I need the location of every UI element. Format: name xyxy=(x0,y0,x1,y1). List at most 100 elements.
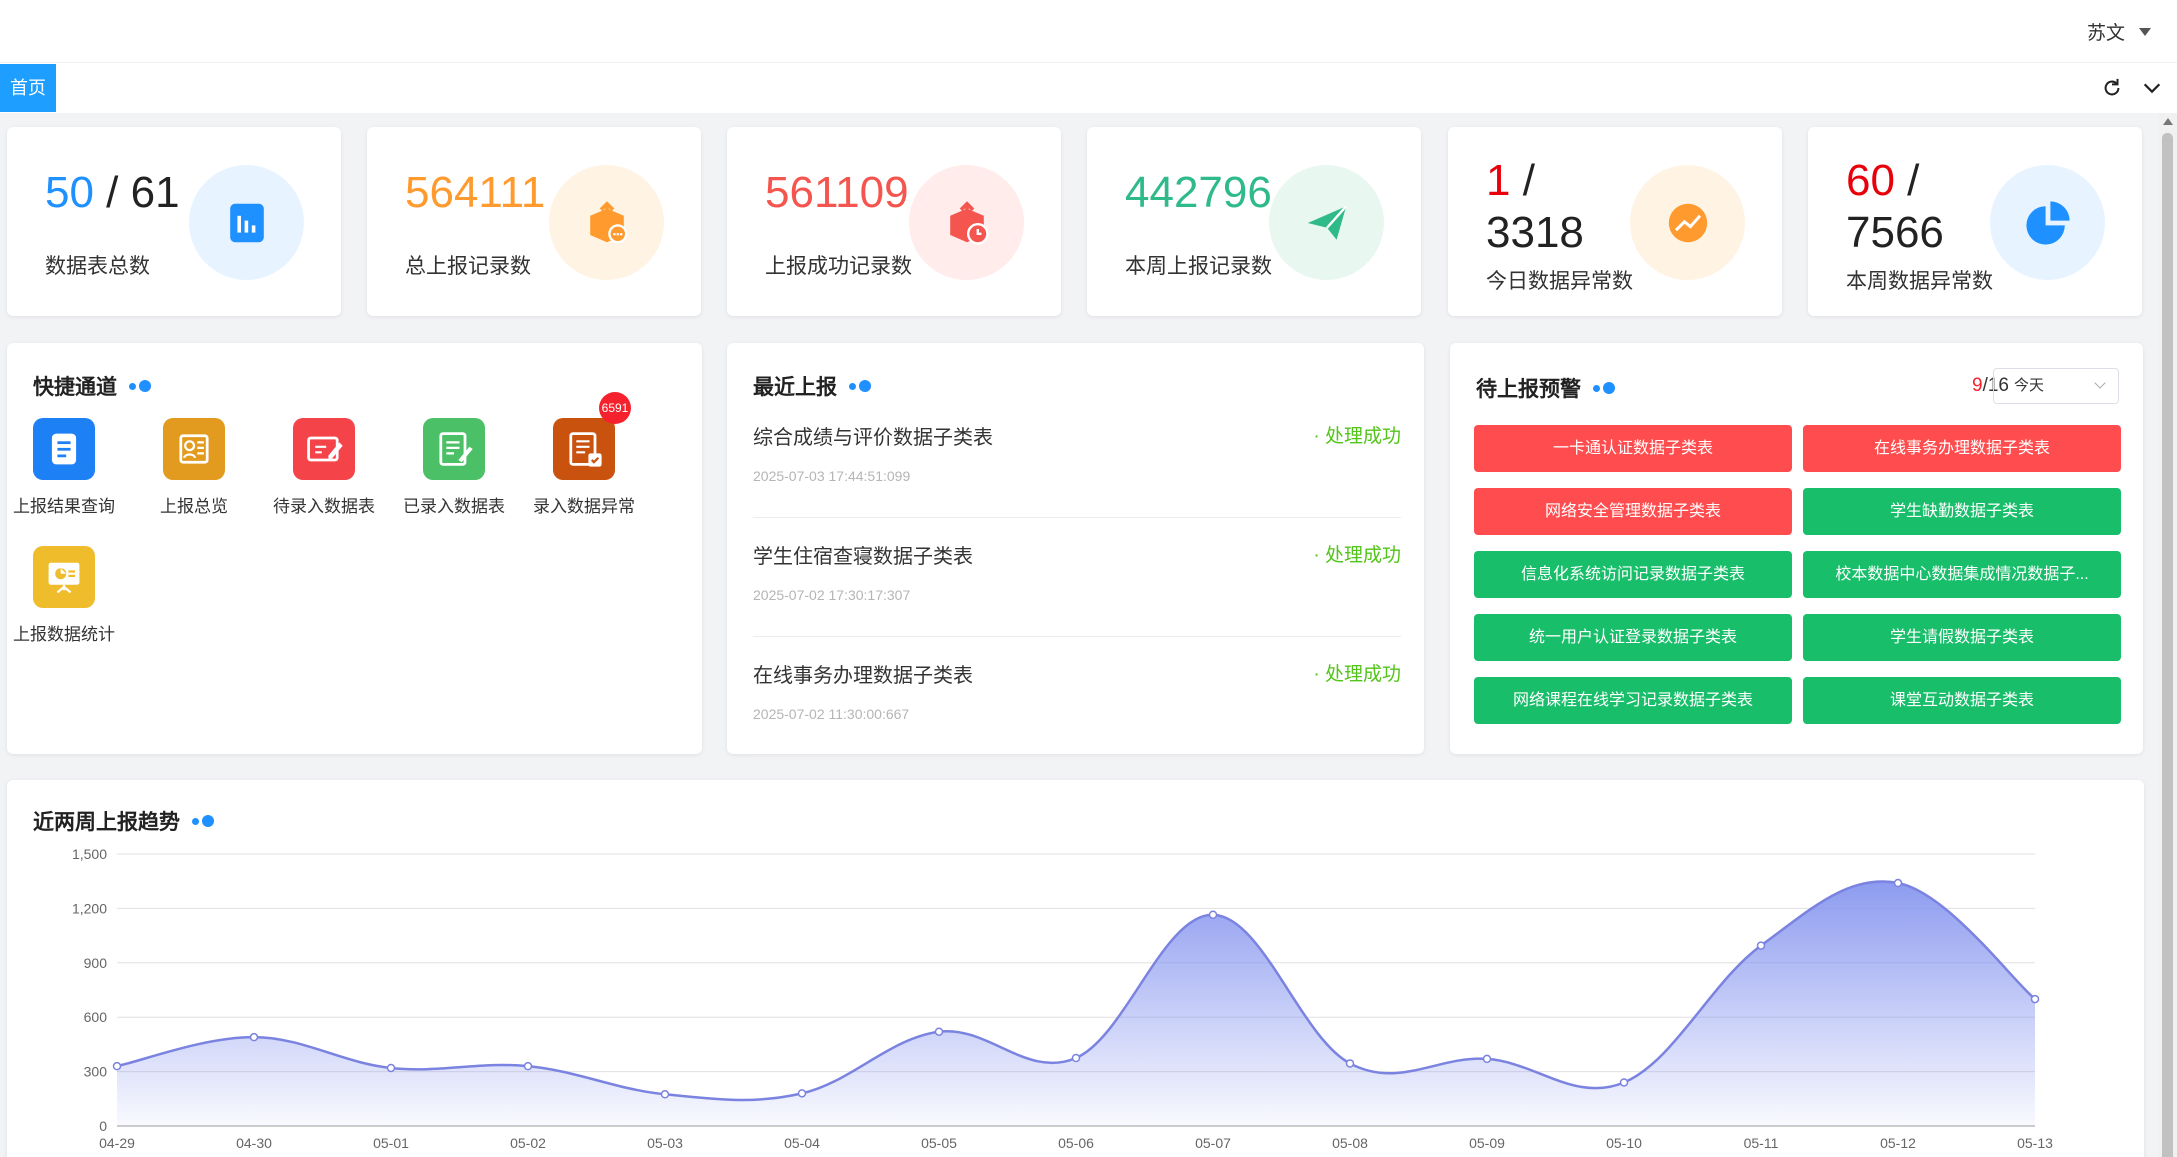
stat-value: 442796 xyxy=(1125,167,1272,219)
quick-access-item[interactable]: 上报结果查询 xyxy=(0,418,129,517)
y-tick-label: 0 xyxy=(99,1118,107,1134)
stat-label: 总上报记录数 xyxy=(405,255,531,278)
recent-report-item[interactable]: 学生住宿查寝数据子类表 · 处理成功 2025-07-02 17:30:17:307 xyxy=(753,540,1401,603)
user-menu[interactable]: 苏文 xyxy=(2087,18,2151,45)
y-tick-label: 300 xyxy=(84,1064,108,1080)
recent-report-item[interactable]: 综合成绩与评价数据子类表 · 处理成功 2025-07-03 17:44:51:09… xyxy=(753,421,1401,484)
pending-warning-item[interactable]: 校本数据中心数据集成情况数据子... xyxy=(1803,551,2121,598)
quick-access-item[interactable]: 待录入数据表 xyxy=(259,418,389,517)
caret-down-icon xyxy=(2139,27,2151,36)
x-tick-label: 05-03 xyxy=(647,1135,683,1151)
pending-warnings-title: 待上报预警 xyxy=(1476,378,1581,401)
data-point[interactable] xyxy=(660,1090,670,1099)
data-point[interactable] xyxy=(2030,994,2040,1004)
x-tick-label: 05-05 xyxy=(921,1135,957,1151)
pending-warnings-card: 待上报预警 9/16 今天 一卡通认证数据子类表 在线事务办理数据子类表 网络安全管… xyxy=(1450,343,2143,754)
data-point[interactable] xyxy=(249,1032,259,1042)
report-name: 学生住宿查寝数据子类表 xyxy=(753,546,973,568)
pending-warning-item[interactable]: 一卡通认证数据子类表 xyxy=(1474,425,1792,472)
stat-value-number: 60 xyxy=(1846,156,1895,205)
stat-card: 442796 本周上报记录数 xyxy=(1087,127,1421,316)
pending-warning-item[interactable]: 信息化系统访问记录数据子类表 xyxy=(1474,551,1792,598)
pending-warning-item[interactable]: 在线事务办理数据子类表 xyxy=(1803,425,2121,472)
data-point[interactable] xyxy=(112,1061,122,1071)
pie-chart-icon xyxy=(1990,165,2105,280)
pending-warning-item[interactable]: 网络课程在线学习记录数据子类表 xyxy=(1474,677,1792,724)
dots-icon xyxy=(849,380,871,392)
data-point[interactable] xyxy=(1893,878,1903,888)
stat-value-number: 561109 xyxy=(765,168,909,217)
document-icon xyxy=(33,418,95,480)
data-point[interactable] xyxy=(1756,941,1766,950)
divider xyxy=(753,517,1401,518)
data-point[interactable] xyxy=(386,1063,396,1073)
scrollbar-thumb[interactable] xyxy=(2162,133,2173,1157)
stat-card: 564111 总上报记录数 ••• xyxy=(367,127,701,316)
quick-access-label: 待录入数据表 xyxy=(273,497,375,516)
quick-access-label: 录入数据异常 xyxy=(533,497,635,516)
quick-access-item[interactable]: 已录入数据表 xyxy=(389,418,519,517)
quick-access-item[interactable]: 上报总览 xyxy=(129,418,259,517)
pending-warning-item[interactable]: 课堂互动数据子类表 xyxy=(1803,677,2121,724)
stat-value-number: 1 xyxy=(1486,156,1511,205)
stat-value-number: 442796 xyxy=(1125,168,1272,217)
date-filter-value: 今天 xyxy=(2014,377,2045,394)
data-point[interactable] xyxy=(523,1061,533,1071)
data-point[interactable] xyxy=(1345,1059,1355,1068)
stat-label: 本周上报记录数 xyxy=(1125,255,1272,278)
upload-clock-icon xyxy=(909,165,1024,280)
data-point[interactable] xyxy=(1208,910,1218,919)
note-check-icon xyxy=(423,418,485,480)
refresh-icon[interactable] xyxy=(2099,75,2125,101)
dots-icon xyxy=(129,380,151,392)
list-error-icon: 6591 xyxy=(553,392,631,480)
stat-value-separator: / xyxy=(93,168,131,217)
chevron-down-icon[interactable] xyxy=(2139,75,2165,101)
recent-reports-card: 最近上报 综合成绩与评价数据子类表 · 处理成功 2025-07-03 17:44:… xyxy=(727,343,1424,756)
presentation-icon xyxy=(33,546,95,608)
data-point[interactable] xyxy=(1482,1054,1492,1064)
y-tick-label: 600 xyxy=(84,1009,108,1025)
user-name: 苏文 xyxy=(2086,23,2125,44)
card-title: 快捷通道 xyxy=(33,371,151,401)
paper-plane-icon xyxy=(1269,165,1384,280)
pending-warning-item[interactable]: 学生缺勤数据子类表 xyxy=(1803,488,2121,535)
pending-warning-item[interactable]: 学生请假数据子类表 xyxy=(1803,614,2121,661)
x-tick-label: 05-09 xyxy=(1469,1135,1505,1151)
quick-access-card: 快捷通道 上报结果查询 上报总览 待录入数据表 已录入数据表 6591 录入数据异常 上报数… xyxy=(7,343,702,754)
data-point[interactable] xyxy=(1619,1078,1629,1087)
svg-text:•••: ••• xyxy=(612,229,622,240)
quick-access-item[interactable]: 6591 录入数据异常 xyxy=(519,392,649,517)
edit-form-icon xyxy=(293,418,355,480)
data-point[interactable] xyxy=(797,1089,807,1098)
quick-access-item[interactable]: 上报数据统计 xyxy=(0,546,129,645)
divider xyxy=(753,755,1401,756)
chevron-down-icon xyxy=(2094,377,2106,389)
scroll-up-arrow-icon[interactable] xyxy=(2163,118,2173,125)
x-tick-label: 05-06 xyxy=(1058,1135,1094,1151)
date-filter-select[interactable]: 今天 xyxy=(1993,368,2119,404)
quick-access-label: 上报结果查询 xyxy=(13,497,115,516)
stat-value: 564111 xyxy=(405,167,545,219)
data-point[interactable] xyxy=(934,1027,944,1036)
recent-reports-title: 最近上报 xyxy=(753,376,837,399)
recent-report-item[interactable]: 在线事务办理数据子类表 · 处理成功 2025-07-02 11:30:00:667 xyxy=(753,659,1401,722)
x-tick-label: 05-10 xyxy=(1606,1135,1642,1151)
upload-box-icon: ••• xyxy=(549,165,664,280)
x-tick-label: 05-04 xyxy=(784,1135,820,1151)
data-point[interactable] xyxy=(1071,1053,1081,1063)
stat-card: 60 / 7566 本周数据异常数 xyxy=(1808,127,2142,316)
x-tick-label: 05-12 xyxy=(1880,1135,1916,1151)
pending-warning-item[interactable]: 网络安全管理数据子类表 xyxy=(1474,488,1792,535)
x-tick-label: 05-07 xyxy=(1195,1135,1231,1151)
pending-warning-item[interactable]: 统一用户认证登录数据子类表 xyxy=(1474,614,1792,661)
stat-value-total: 3318 xyxy=(1486,208,1584,257)
report-name: 在线事务办理数据子类表 xyxy=(753,665,973,687)
stat-card: 561109 上报成功记录数 xyxy=(727,127,1061,316)
tab-home[interactable]: 首页 xyxy=(0,64,56,112)
stat-card: 1 / 3318 今日数据异常数 xyxy=(1448,127,1782,316)
y-tick-label: 1,200 xyxy=(72,900,107,916)
page-scrollbar[interactable] xyxy=(2158,113,2177,1157)
report-status: · 处理成功 xyxy=(1313,664,1401,685)
report-time: 2025-07-03 17:44:51:099 xyxy=(753,468,911,484)
